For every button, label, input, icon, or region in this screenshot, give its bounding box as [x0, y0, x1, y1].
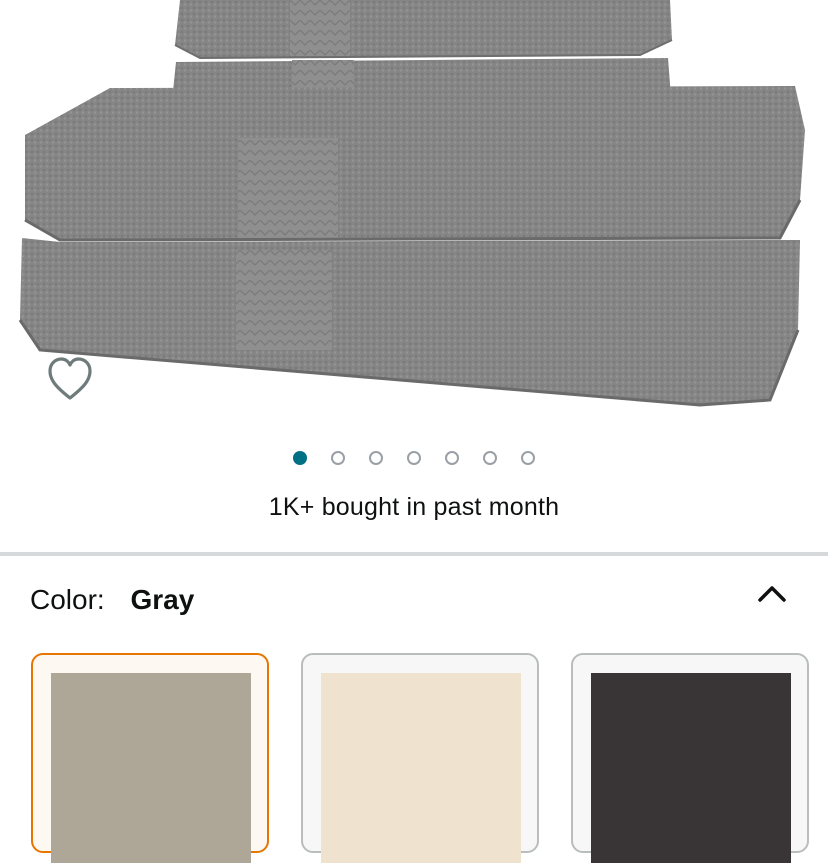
pagination-dot[interactable] — [293, 451, 307, 465]
bought-in-past-month-text: 1K+ bought in past month — [268, 493, 560, 521]
pagination-dot[interactable] — [521, 451, 535, 465]
pagination-dot[interactable] — [331, 451, 345, 465]
pagination-dot[interactable] — [445, 451, 459, 465]
color-swatch[interactable] — [301, 653, 539, 863]
bath-towel-set-image — [18, 0, 805, 407]
swatch-color — [321, 673, 521, 863]
color-label: Color: — [30, 584, 105, 615]
pagination-dot[interactable] — [369, 451, 383, 465]
section-divider — [0, 552, 828, 556]
pagination-dot[interactable] — [483, 451, 497, 465]
color-swatch[interactable] — [31, 653, 269, 863]
swatch-color — [51, 673, 251, 863]
add-to-wishlist-button[interactable] — [46, 356, 94, 402]
color-selector-header: Color: Gray — [30, 584, 194, 616]
collapse-color-button[interactable] — [752, 578, 792, 610]
product-image[interactable] — [0, 0, 828, 430]
chevron-up-icon — [758, 586, 786, 602]
swatch-color — [591, 673, 791, 863]
selected-color-value: Gray — [130, 584, 195, 615]
color-swatch[interactable] — [571, 653, 809, 863]
image-pagination — [0, 451, 828, 471]
heart-outline-icon — [48, 357, 92, 400]
pagination-dot[interactable] — [407, 451, 421, 465]
